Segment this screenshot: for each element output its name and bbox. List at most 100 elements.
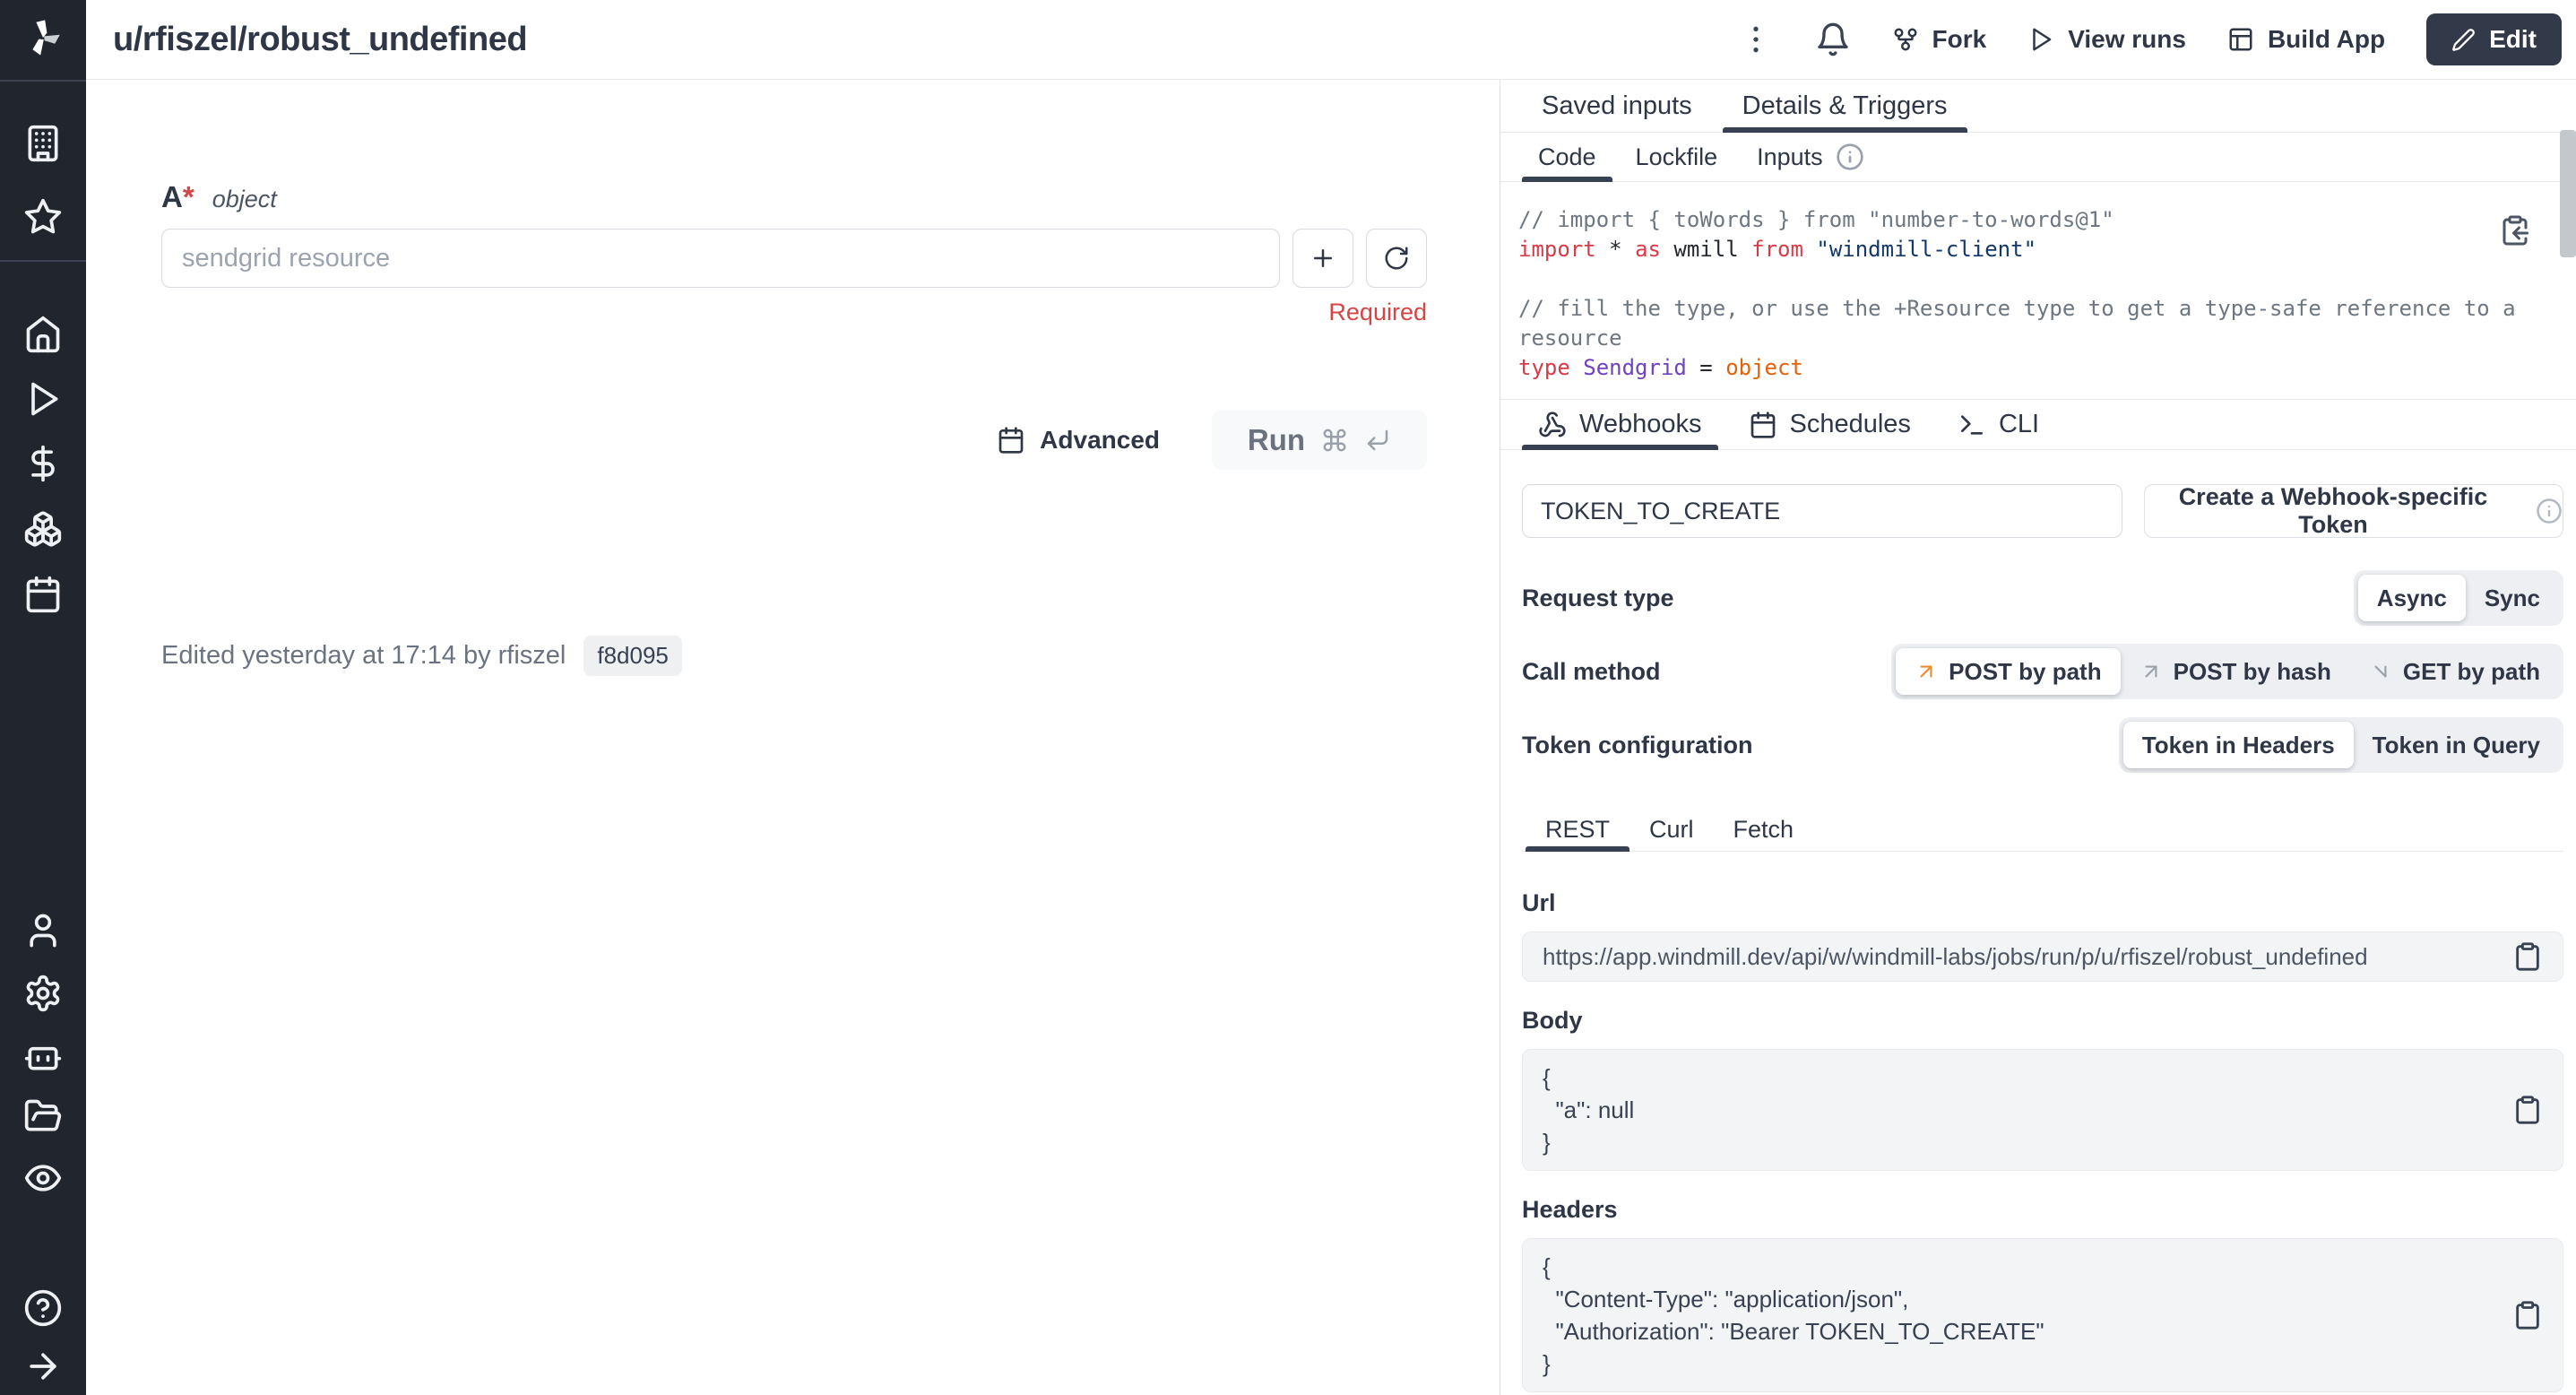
url-value: https://app.windmill.dev/api/w/windmill-…: [1543, 943, 2368, 971]
body-label: Body: [1522, 1007, 2563, 1035]
tab-saved-inputs[interactable]: Saved inputs: [1522, 80, 1712, 132]
favorites-star-icon[interactable]: [23, 197, 63, 237]
run-button[interactable]: Run: [1212, 411, 1427, 470]
app-window-icon: [2227, 26, 2254, 53]
token-config-toggle: Token in Headers Token in Query: [2119, 717, 2563, 773]
sync-label: Sync: [2485, 585, 2540, 612]
arg-label: A * object: [161, 180, 1427, 214]
tab-saved-inputs-label: Saved inputs: [1542, 91, 1692, 121]
arg-type: object: [212, 186, 277, 213]
schedules-calendar-icon[interactable]: [23, 575, 63, 614]
user-icon[interactable]: [23, 911, 63, 950]
pencil-icon: [2451, 28, 2476, 52]
view-runs-button[interactable]: View runs: [2027, 25, 2186, 54]
terminal-icon: [1958, 411, 1986, 439]
body-box: { "a": null }: [1522, 1049, 2563, 1171]
copy-code-button[interactable]: [2499, 214, 2531, 247]
tab-code[interactable]: Code: [1522, 133, 1612, 181]
snippet-tabs: REST Curl Fetch: [1522, 809, 2563, 852]
tab-rest[interactable]: REST: [1526, 809, 1629, 851]
token-in-headers-label: Token in Headers: [2142, 732, 2335, 759]
token-config-label: Token configuration: [1522, 732, 1753, 759]
calendar-icon: [997, 426, 1025, 455]
tab-curl[interactable]: Curl: [1629, 809, 1714, 851]
workspace-building-icon[interactable]: [23, 124, 63, 163]
audit-eye-icon[interactable]: [23, 1158, 63, 1198]
required-message: Required: [161, 299, 1427, 326]
headers-content: { "Content-Type": "application/json", "A…: [1543, 1251, 2044, 1380]
url-box: https://app.windmill.dev/api/w/windmill-…: [1522, 931, 2563, 982]
tab-inputs-label: Inputs: [1757, 143, 1823, 171]
build-app-button[interactable]: Build App: [2227, 25, 2385, 54]
home-icon[interactable]: [23, 315, 63, 354]
copy-url-button[interactable]: [2512, 941, 2543, 972]
run-form: A * object Required: [86, 80, 1500, 1395]
copy-body-button[interactable]: [2512, 1095, 2543, 1125]
webhook-icon: [1538, 411, 1567, 439]
tab-code-label: Code: [1538, 143, 1596, 171]
windmill-logo-icon[interactable]: [22, 16, 65, 59]
fork-icon: [1892, 26, 1919, 53]
tab-cli[interactable]: CLI: [1941, 400, 2055, 449]
tab-details-triggers[interactable]: Details & Triggers: [1723, 80, 1967, 132]
kebab-menu-button[interactable]: [1738, 22, 1774, 57]
advanced-button[interactable]: Advanced: [997, 426, 1160, 455]
tab-fetch[interactable]: Fetch: [1714, 809, 1814, 851]
token-input[interactable]: [1522, 484, 2122, 538]
tab-lockfile[interactable]: Lockfile: [1620, 133, 1734, 181]
runs-play-icon[interactable]: [23, 379, 63, 419]
help-icon[interactable]: [23, 1288, 63, 1328]
fork-label: Fork: [1932, 25, 1987, 54]
resource-input[interactable]: [161, 229, 1280, 288]
request-type-sync-option[interactable]: Sync: [2466, 575, 2559, 621]
settings-gear-icon[interactable]: [23, 974, 63, 1013]
request-type-async-option[interactable]: Async: [2358, 575, 2466, 621]
token-in-query-option[interactable]: Token in Query: [2354, 722, 2559, 768]
post-by-path-label: POST by path: [1949, 658, 2101, 686]
tab-schedules[interactable]: Schedules: [1733, 400, 1927, 449]
token-in-query-label: Token in Query: [2373, 732, 2540, 759]
request-type-label: Request type: [1522, 585, 1674, 612]
token-config-row: Token configuration Token in Headers Tok…: [1522, 717, 2563, 773]
build-app-label: Build App: [2268, 25, 2385, 54]
arg-name: A: [161, 180, 183, 214]
topbar-actions: Fork View runs Build App Edit: [1738, 13, 2563, 65]
fork-button[interactable]: Fork: [1892, 25, 1987, 54]
call-method-row: Call method POST by path POST by hash: [1522, 644, 2563, 699]
body-content: { "a": null }: [1543, 1061, 1634, 1158]
notifications-bell-button[interactable]: [1815, 22, 1851, 57]
add-resource-button[interactable]: [1292, 229, 1353, 288]
create-token-button[interactable]: Create a Webhook-specific Token: [2144, 484, 2563, 538]
get-by-path-label: GET by path: [2403, 658, 2540, 686]
code-block: // import { toWords } from "number-to-wo…: [1500, 182, 2576, 399]
folders-icon[interactable]: [23, 1096, 63, 1136]
scrollbar-thumb[interactable]: [2560, 130, 2576, 257]
get-by-path-option[interactable]: GET by path: [2350, 648, 2559, 695]
tab-webhooks[interactable]: Webhooks: [1522, 400, 1718, 449]
tab-details-triggers-label: Details & Triggers: [1742, 91, 1948, 121]
plus-icon: [1310, 245, 1336, 272]
refresh-button[interactable]: [1366, 229, 1427, 288]
tab-rest-label: REST: [1545, 816, 1610, 844]
copy-headers-button[interactable]: [2512, 1300, 2543, 1330]
variables-dollar-icon[interactable]: [23, 444, 63, 483]
post-by-hash-option[interactable]: POST by hash: [2121, 648, 2350, 695]
arrow-down-right-icon: [2369, 660, 2392, 683]
run-label: Run: [1248, 423, 1305, 457]
version-hash-badge[interactable]: f8d095: [583, 636, 682, 676]
tab-inputs[interactable]: Inputs: [1741, 133, 1880, 181]
post-by-path-option[interactable]: POST by path: [1896, 648, 2120, 695]
resources-boxes-icon[interactable]: [23, 509, 63, 549]
tab-cli-label: CLI: [1999, 410, 2039, 439]
workers-bot-icon[interactable]: [23, 1035, 63, 1075]
refresh-icon: [1383, 245, 1410, 272]
edit-button[interactable]: Edit: [2426, 13, 2562, 65]
token-in-headers-option[interactable]: Token in Headers: [2123, 722, 2354, 768]
post-by-hash-label: POST by hash: [2174, 658, 2331, 686]
arrow-up-right-icon: [2139, 660, 2163, 683]
page-title: u/rfiszel/robust_undefined: [113, 21, 527, 59]
play-icon: [2027, 26, 2054, 53]
call-method-label: Call method: [1522, 658, 1661, 686]
topbar: u/rfiszel/robust_undefined Fork View run…: [86, 0, 2576, 80]
expand-arrow-icon[interactable]: [23, 1347, 63, 1386]
